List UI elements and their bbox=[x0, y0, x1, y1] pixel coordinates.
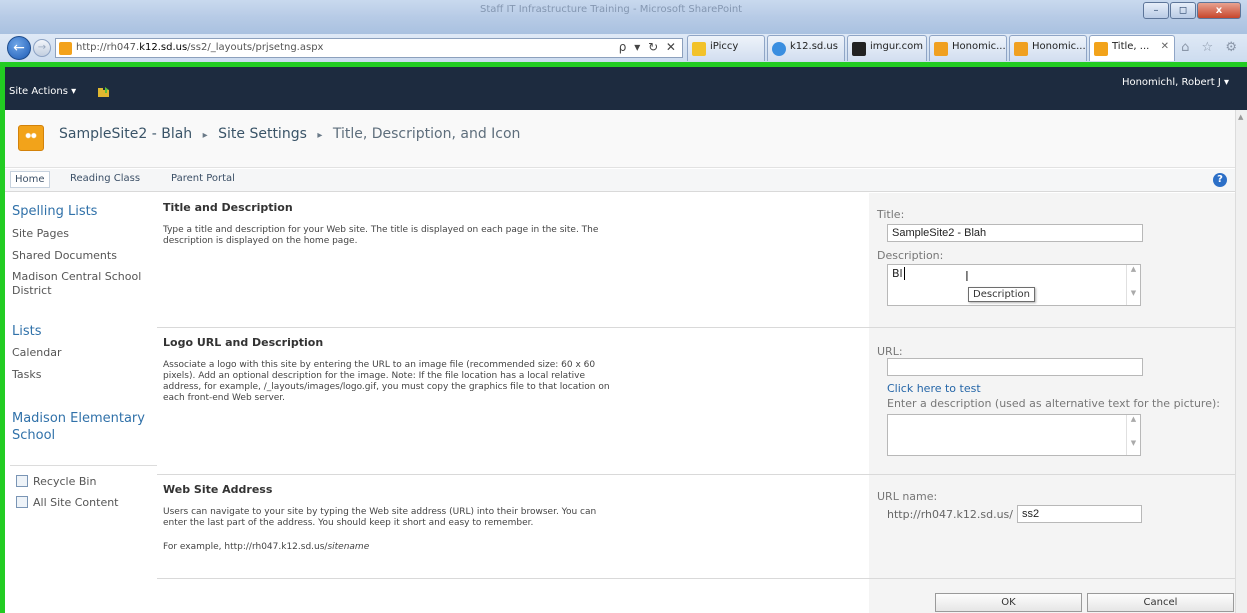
breadcrumb-settings-link[interactable]: Site Settings bbox=[218, 126, 307, 142]
section-logo-url: Logo URL and Description Associate a log… bbox=[157, 328, 1235, 475]
breadcrumb-separator-icon: ▸ bbox=[317, 130, 323, 141]
site-content-icon bbox=[16, 496, 28, 508]
ibeam-cursor-icon: I bbox=[965, 270, 969, 285]
tab-home[interactable]: Home bbox=[10, 171, 50, 188]
imgur-icon bbox=[852, 42, 866, 56]
breadcrumb-separator-icon: ▸ bbox=[202, 130, 208, 141]
help-icon[interactable]: ? bbox=[1213, 173, 1227, 187]
title-label: Title: bbox=[877, 208, 905, 221]
ie-icon bbox=[772, 42, 786, 56]
section-heading: Logo URL and Description bbox=[163, 336, 324, 349]
browser-toolbar-icons[interactable]: ⌂ ☆ ⚙ bbox=[1181, 40, 1241, 55]
address-bar[interactable]: http://rh047.k12.sd.us/ss2/_layouts/prjs… bbox=[55, 38, 683, 58]
ql-shared-documents[interactable]: Shared Documents bbox=[12, 249, 157, 263]
section-description: Type a title and description for your We… bbox=[163, 225, 599, 246]
ipiccy-icon bbox=[692, 42, 706, 56]
address-url: http://rh047.k12.sd.us/ss2/_layouts/prjs… bbox=[76, 42, 324, 53]
ql-lists[interactable]: Lists bbox=[12, 324, 42, 339]
ok-button[interactable]: OK bbox=[935, 593, 1082, 612]
ql-recycle-bin[interactable]: Recycle Bin bbox=[16, 475, 96, 488]
section-web-site-address: Web Site Address Users can navigate to y… bbox=[157, 475, 1235, 579]
minimize-button[interactable]: – bbox=[1143, 2, 1169, 19]
ql-tasks[interactable]: Tasks bbox=[12, 368, 157, 382]
quick-launch-divider bbox=[10, 465, 157, 466]
alt-text-textarea[interactable]: ▲ ▼ bbox=[887, 414, 1141, 456]
cancel-button[interactable]: Cancel bbox=[1087, 593, 1234, 612]
section-left: Title and Description Type a title and d… bbox=[163, 201, 623, 247]
navigate-up-icon[interactable] bbox=[97, 86, 111, 98]
section-left: Logo URL and Description Associate a log… bbox=[163, 336, 623, 404]
outlook-icon bbox=[1014, 42, 1028, 56]
breadcrumb: SampleSite2 - Blah ▸ Site Settings ▸ Tit… bbox=[59, 126, 520, 142]
window-controls: – ◻ x bbox=[1142, 2, 1241, 19]
section-fields: URL name: http://rh047.k12.sd.us/ bbox=[869, 475, 1235, 578]
url-name-input[interactable] bbox=[1017, 505, 1142, 523]
browser-tab-honomichl-1[interactable]: Honomic... bbox=[929, 35, 1007, 61]
browser-nav-row: ← → http://rh047.k12.sd.us/ss2/_layouts/… bbox=[0, 34, 1247, 62]
ql-all-site-content[interactable]: All Site Content bbox=[16, 496, 119, 509]
top-navigation: Home Reading Class Parent Portal ? bbox=[5, 169, 1235, 192]
maximize-button[interactable]: ◻ bbox=[1170, 2, 1196, 19]
browser-title-bar: Staff IT Infrastructure Training - Micro… bbox=[0, 0, 1247, 34]
main-content: Title and Description Type a title and d… bbox=[157, 193, 1235, 613]
click-here-to-test-link[interactable]: Click here to test bbox=[887, 382, 981, 395]
browser-tab-imgur[interactable]: imgur.com bbox=[847, 35, 927, 61]
browser-tab-k12[interactable]: k12.sd.us bbox=[767, 35, 845, 61]
page-favicon-icon bbox=[59, 42, 72, 55]
section-heading: Web Site Address bbox=[163, 483, 273, 496]
browser-tab-active[interactable]: Title, ... ✕ bbox=[1089, 35, 1175, 61]
section-description: Users can navigate to your site by typin… bbox=[163, 507, 597, 528]
alt-text-label: Enter a description (used as alternative… bbox=[887, 397, 1220, 410]
url-name-label: URL name: bbox=[877, 490, 938, 503]
section-left: Web Site Address Users can navigate to y… bbox=[163, 483, 623, 553]
breadcrumb-site-link[interactable]: SampleSite2 - Blah bbox=[59, 126, 192, 142]
tab-reading-class[interactable]: Reading Class bbox=[70, 173, 140, 184]
section-title-description: Title and Description Type a title and d… bbox=[157, 193, 1235, 328]
title-area: SampleSite2 - Blah ▸ Site Settings ▸ Tit… bbox=[5, 110, 1235, 168]
browser-tab-honomichl-2[interactable]: Honomic... bbox=[1009, 35, 1087, 61]
url-label: URL: bbox=[877, 345, 903, 358]
url-name-prefix: http://rh047.k12.sd.us/ bbox=[887, 508, 1013, 521]
tab-parent-portal[interactable]: Parent Portal bbox=[171, 173, 235, 184]
window-title: Staff IT Infrastructure Training - Micro… bbox=[480, 4, 743, 15]
description-tooltip: Description bbox=[968, 287, 1035, 302]
sharepoint-top-bar: Site Actions ▾ Honomichl, Robert J ▾ bbox=[5, 67, 1247, 110]
site-logo-icon[interactable] bbox=[18, 125, 44, 151]
ql-madison-central[interactable]: Madison Central School District bbox=[12, 270, 157, 298]
section-example: For example, http://rh047.k12.sd.us/site… bbox=[163, 542, 370, 552]
sharepoint-icon bbox=[1094, 42, 1108, 56]
outlook-icon bbox=[934, 42, 948, 56]
textarea-scrollbar[interactable]: ▲ ▼ bbox=[1126, 265, 1140, 305]
arrow-left-icon: ← bbox=[13, 40, 25, 56]
forward-button[interactable]: → bbox=[33, 39, 51, 57]
close-tab-icon[interactable]: ✕ bbox=[1161, 41, 1169, 52]
back-button[interactable]: ← bbox=[7, 36, 31, 60]
quick-launch: Spelling Lists Site Pages Shared Documen… bbox=[5, 193, 157, 613]
ql-site-pages[interactable]: Site Pages bbox=[12, 227, 157, 241]
section-heading: Title and Description bbox=[163, 201, 293, 214]
ql-calendar[interactable]: Calendar bbox=[12, 346, 157, 360]
page-scrollbar[interactable]: ▲ bbox=[1235, 110, 1247, 613]
breadcrumb-current-page: Title, Description, and Icon bbox=[332, 126, 521, 142]
section-fields: Title: Description: Bl ▲▼ bbox=[869, 193, 1235, 327]
recycle-bin-icon bbox=[16, 475, 28, 487]
textarea-scrollbar[interactable]: ▲ ▼ bbox=[1126, 415, 1140, 455]
arrow-right-icon: → bbox=[37, 42, 47, 53]
browser-tab-ipiccy[interactable]: iPiccy bbox=[687, 35, 765, 61]
section-description: Associate a logo with this site by enter… bbox=[163, 360, 610, 403]
logo-url-input[interactable] bbox=[887, 358, 1143, 376]
ql-spelling-lists[interactable]: Spelling Lists bbox=[12, 204, 97, 219]
close-window-button[interactable]: x bbox=[1197, 2, 1241, 19]
text-caret bbox=[903, 267, 905, 280]
user-menu[interactable]: Honomichl, Robert J ▾ bbox=[1122, 77, 1229, 88]
scroll-up-icon[interactable]: ▲ bbox=[1238, 113, 1243, 121]
site-actions-menu[interactable]: Site Actions ▾ bbox=[9, 86, 76, 97]
description-label: Description: bbox=[877, 249, 944, 262]
title-input[interactable] bbox=[887, 224, 1143, 242]
section-fields: URL: Click here to test Enter a descript… bbox=[869, 328, 1235, 474]
ql-madison-elementary[interactable]: Madison Elementary School bbox=[12, 410, 157, 444]
address-tools[interactable]: ρ ▾ ↻ ✕ bbox=[619, 40, 678, 54]
